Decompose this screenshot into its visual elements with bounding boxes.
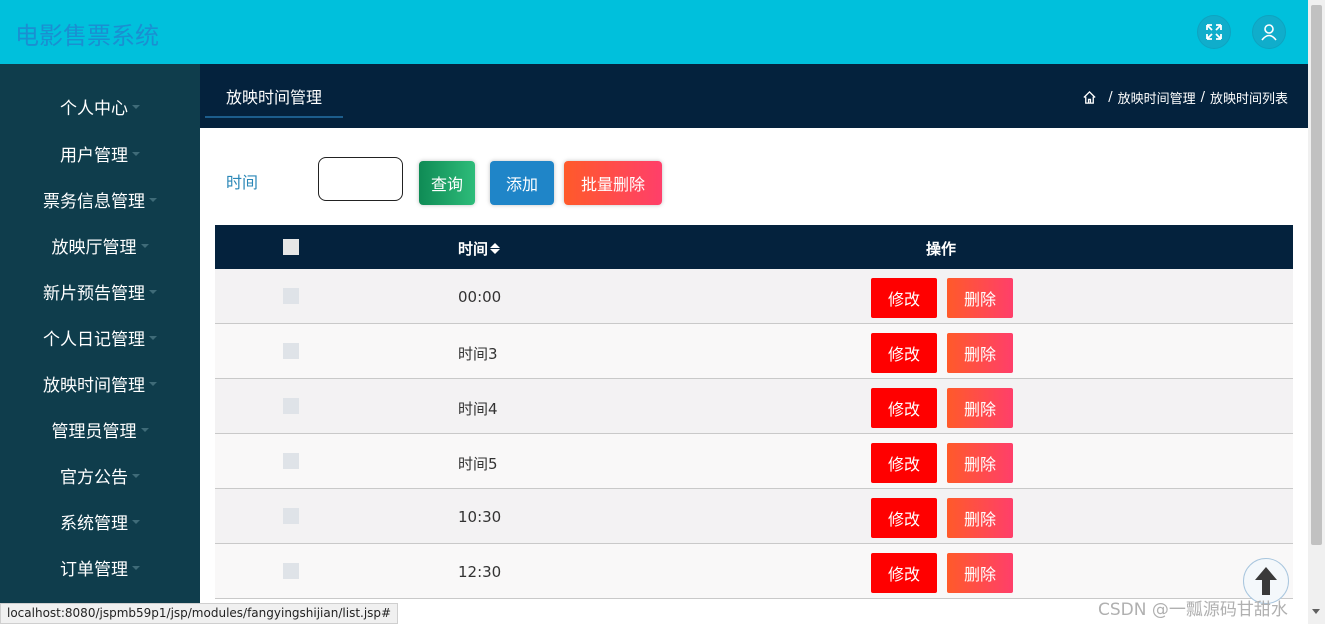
time-cell: 时间3 xyxy=(458,345,498,363)
time-header-label: 时间 xyxy=(458,240,489,258)
vertical-scrollbar[interactable] xyxy=(1308,0,1325,624)
sidebar-item-label: 用户管理 xyxy=(60,145,128,166)
time-cell: 时间4 xyxy=(458,400,498,418)
edit-button[interactable]: 修改 xyxy=(871,388,937,428)
sidebar-item-label: 票务信息管理 xyxy=(43,191,145,212)
sidebar-item-label: 个人中心 xyxy=(60,98,128,119)
table-row: 12:30 修改 删除 xyxy=(215,544,1293,599)
fullscreen-icon xyxy=(1206,24,1222,40)
sidebar-item-label: 系统管理 xyxy=(60,513,128,534)
caret-down-icon xyxy=(132,474,140,478)
top-header: 电影售票系统 xyxy=(0,0,1308,64)
delete-button[interactable]: 删除 xyxy=(947,333,1013,373)
time-cell: 00:00 xyxy=(458,288,502,306)
query-button[interactable]: 查询 xyxy=(419,161,475,205)
sidebar-item-label: 官方公告 xyxy=(60,467,128,488)
caret-down-icon xyxy=(132,566,140,570)
breadcrumb-separator: / xyxy=(1108,90,1113,105)
edit-button[interactable]: 修改 xyxy=(871,553,937,593)
delete-button[interactable]: 删除 xyxy=(947,443,1013,483)
sidebar-item-label: 个人日记管理 xyxy=(43,329,145,350)
delete-button[interactable]: 删除 xyxy=(947,388,1013,428)
scroll-down-arrow-icon[interactable] xyxy=(1312,609,1320,614)
caret-down-icon xyxy=(140,428,149,432)
home-icon[interactable] xyxy=(1082,90,1097,105)
sidebar-item-label: 订单管理 xyxy=(60,559,128,580)
app-title: 电影售票系统 xyxy=(15,22,159,50)
table-row: 时间5 修改 删除 xyxy=(215,434,1293,489)
caret-down-icon xyxy=(132,520,140,524)
showtime-table: 时间 操作 00:00 修改 删除 时间3 修改 删除 时间4 修改 删除 时间… xyxy=(215,225,1293,599)
edit-button[interactable]: 修改 xyxy=(871,443,937,483)
sidebar-item-order-management[interactable]: 订单管理 xyxy=(0,544,200,590)
scrollbar-thumb[interactable] xyxy=(1311,5,1322,545)
user-icon xyxy=(1261,24,1277,41)
caret-down-icon xyxy=(132,105,140,109)
tab-showtime-management[interactable]: 放映时间管理 xyxy=(205,76,343,118)
row-checkbox[interactable] xyxy=(283,508,299,524)
breadcrumb-item: 放映时间列表 xyxy=(1209,92,1288,107)
table-row: 10:30 修改 删除 xyxy=(215,489,1293,544)
edit-button[interactable]: 修改 xyxy=(871,278,937,318)
caret-down-icon xyxy=(149,198,157,202)
breadcrumb: / 放映时间管理 / 放映时间列表 xyxy=(1082,88,1288,107)
sidebar-item-diary-management[interactable]: 个人日记管理 xyxy=(0,314,200,360)
time-cell: 10:30 xyxy=(458,508,502,526)
select-all-checkbox[interactable] xyxy=(283,239,299,255)
sidebar-item-label: 放映厅管理 xyxy=(51,237,137,258)
arrow-up-icon xyxy=(1255,567,1277,595)
row-checkbox[interactable] xyxy=(283,398,299,414)
sidebar-item-label: 放映时间管理 xyxy=(43,375,145,396)
caret-down-icon xyxy=(149,290,157,294)
caret-down-icon xyxy=(132,152,140,156)
sidebar-item-admin-management[interactable]: 管理员管理 xyxy=(0,406,200,452)
sidebar-item-trailer-management[interactable]: 新片预告管理 xyxy=(0,268,200,314)
status-bar-url: localhost:8080/jspmb59p1/jsp/modules/fan… xyxy=(0,603,399,624)
sidebar-item-label: 新片预告管理 xyxy=(43,283,145,304)
sort-icon[interactable] xyxy=(490,243,501,254)
breadcrumb-separator: / xyxy=(1200,90,1205,105)
watermark: CSDN @一瓢源码甘甜水 xyxy=(1098,600,1288,620)
add-button[interactable]: 添加 xyxy=(490,161,554,205)
time-search-input[interactable] xyxy=(318,157,403,201)
sidebar-item-label: 管理员管理 xyxy=(51,421,137,442)
sidebar-item-personal-center[interactable]: 个人中心 xyxy=(0,83,200,129)
user-button[interactable] xyxy=(1252,15,1286,49)
time-cell: 12:30 xyxy=(458,563,502,581)
time-cell: 时间5 xyxy=(458,455,498,473)
row-checkbox[interactable] xyxy=(283,563,299,579)
sidebar-item-ticket-info[interactable]: 票务信息管理 xyxy=(0,176,200,222)
table-body: 00:00 修改 删除 时间3 修改 删除 时间4 修改 删除 时间5 修改 删… xyxy=(215,269,1293,599)
breadcrumb-item[interactable]: 放映时间管理 xyxy=(1118,88,1196,107)
sidebar-item-user-management[interactable]: 用户管理 xyxy=(0,130,200,176)
main-content: 时间 查询 添加 批量删除 时间 操作 00:00 修改 删除 时间3 修改 删… xyxy=(200,128,1308,624)
delete-button[interactable]: 删除 xyxy=(947,498,1013,538)
delete-button[interactable]: 删除 xyxy=(947,278,1013,318)
table-row: 时间4 修改 删除 xyxy=(215,379,1293,434)
time-column-header[interactable]: 时间 xyxy=(458,238,501,259)
search-label: 时间 xyxy=(226,173,259,192)
sidebar-item-system-management[interactable]: 系统管理 xyxy=(0,498,200,544)
sidebar-item-announcement[interactable]: 官方公告 xyxy=(0,452,200,498)
row-checkbox[interactable] xyxy=(283,343,299,359)
row-checkbox[interactable] xyxy=(283,453,299,469)
sidebar: 个人中心 用户管理 票务信息管理 放映厅管理 新片预告管理 个人日记管理 放映时… xyxy=(0,64,200,624)
delete-button[interactable]: 删除 xyxy=(947,553,1013,593)
row-checkbox[interactable] xyxy=(283,288,299,304)
edit-button[interactable]: 修改 xyxy=(871,498,937,538)
sidebar-item-showtime-management[interactable]: 放映时间管理 xyxy=(0,360,200,406)
edit-button[interactable]: 修改 xyxy=(871,333,937,373)
sidebar-item-hall-management[interactable]: 放映厅管理 xyxy=(0,222,200,268)
fullscreen-button[interactable] xyxy=(1197,15,1231,49)
caret-down-icon xyxy=(149,336,157,340)
sub-header: 放映时间管理 / 放映时间管理 / 放映时间列表 xyxy=(200,64,1308,128)
table-row: 00:00 修改 删除 xyxy=(215,269,1293,324)
caret-down-icon xyxy=(140,244,149,248)
batch-delete-button[interactable]: 批量删除 xyxy=(564,161,662,205)
table-row: 时间3 修改 删除 xyxy=(215,324,1293,379)
table-header: 时间 操作 xyxy=(215,225,1293,269)
caret-down-icon xyxy=(149,382,157,386)
operations-column-header: 操作 xyxy=(926,240,957,258)
